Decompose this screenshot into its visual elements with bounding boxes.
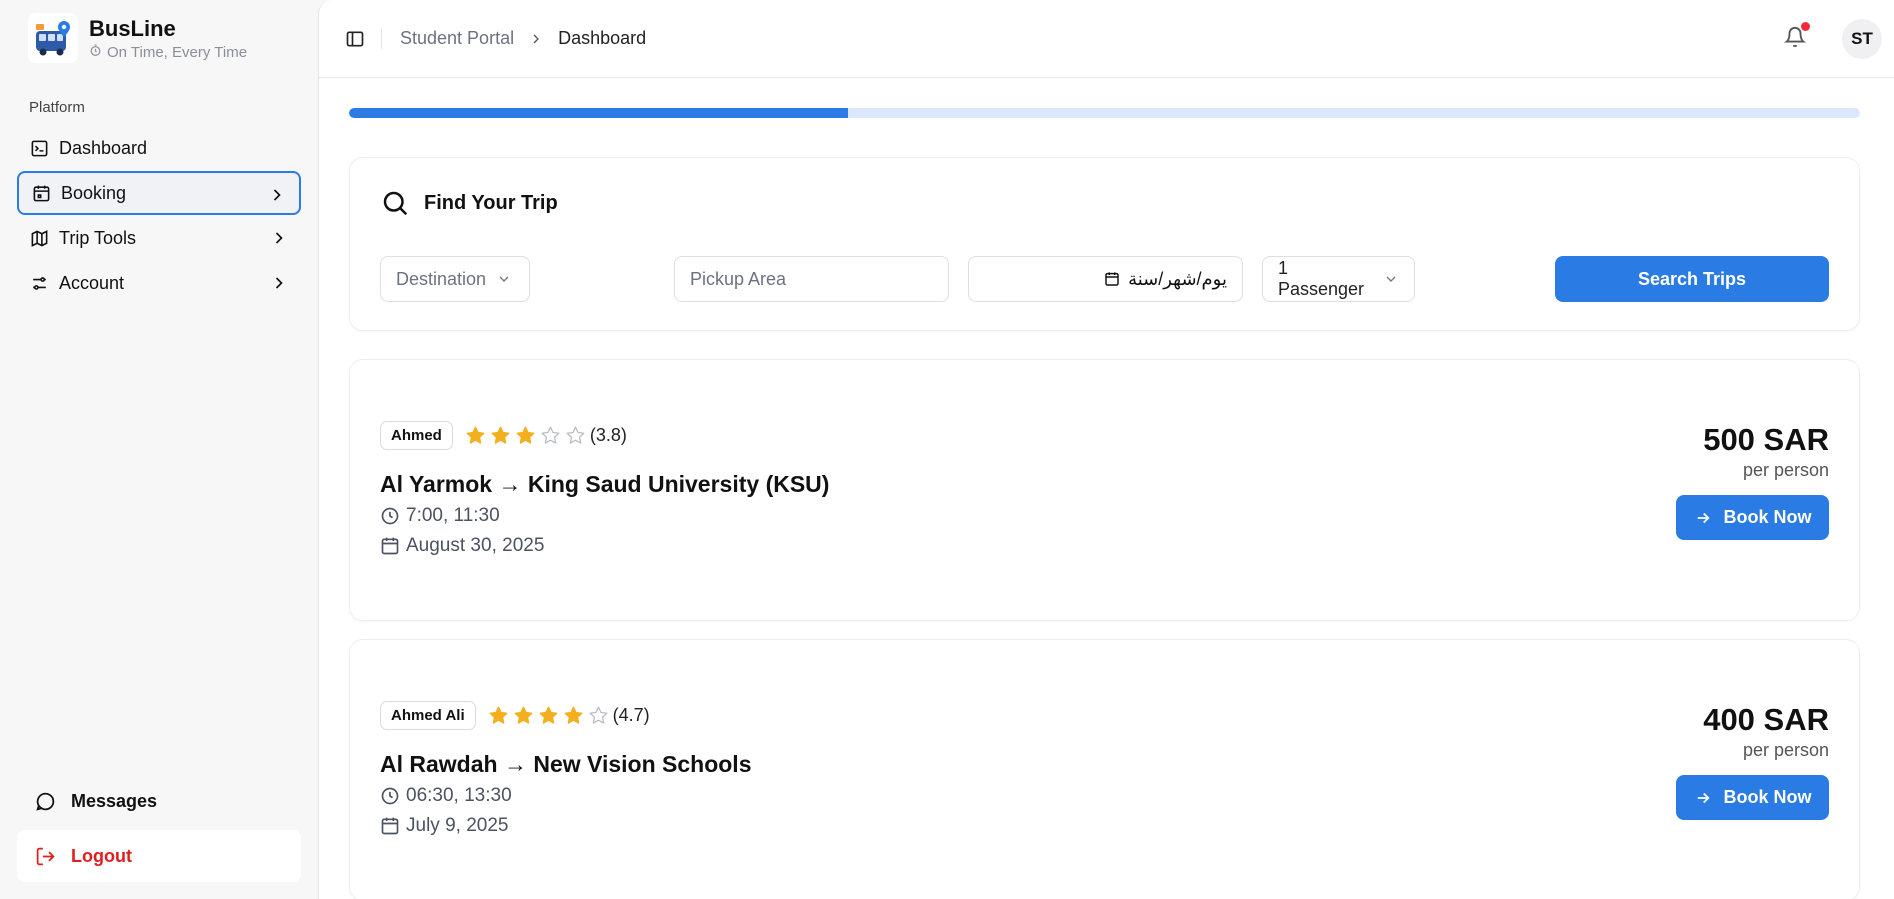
find-trip-title: Find Your Trip <box>380 188 558 218</box>
clock-icon <box>380 506 400 526</box>
chevron-right-icon <box>269 228 289 248</box>
chevron-right-icon <box>528 31 544 47</box>
trip-price: 400 SAR per person <box>1703 702 1829 761</box>
sliders-icon <box>29 273 49 293</box>
notification-bell-icon[interactable] <box>1783 22 1810 50</box>
sidebar-item-label: Account <box>59 272 125 293</box>
book-now-button[interactable]: Book Now <box>1676 775 1829 820</box>
passenger-select[interactable]: 1 Passenger <box>1262 256 1415 302</box>
sidebar-item-trip-tools[interactable]: Trip Tools <box>17 216 301 260</box>
progress-bar <box>349 108 1860 118</box>
star-filled-icon <box>514 706 533 724</box>
trip-date: July 9, 2025 <box>380 815 508 837</box>
trip-card: Ahmed Ali (4.7) Al Rawdah → New Vision S… <box>349 639 1860 899</box>
search-icon <box>380 188 410 218</box>
trip-route: Al Yarmok → King Saud University (KSU) <box>380 471 830 497</box>
pickup-area-input[interactable]: Pickup Area <box>674 256 949 302</box>
sidebar-item-dashboard[interactable]: Dashboard <box>17 126 301 170</box>
notification-dot <box>1801 22 1810 31</box>
star-filled-icon <box>564 706 583 724</box>
chevron-right-icon <box>267 185 287 205</box>
star-empty-icon <box>566 426 585 444</box>
sidebar-toggle-icon[interactable] <box>343 27 367 51</box>
driver-badge: Ahmed <box>380 421 453 450</box>
breadcrumb-parent[interactable]: Student Portal <box>400 28 514 49</box>
bus-logo-icon <box>28 13 78 63</box>
message-circle-icon <box>33 789 57 813</box>
trip-times: 06:30, 13:30 <box>380 785 512 807</box>
sidebar-item-label: Trip Tools <box>59 227 137 248</box>
chevron-down-icon <box>496 271 512 287</box>
star-filled-icon <box>466 426 485 444</box>
sidebar-item-account[interactable]: Account <box>17 261 301 305</box>
star-rating <box>488 705 609 726</box>
destination-select[interactable]: Destination <box>380 256 530 302</box>
sidebar-item-booking[interactable]: Booking <box>17 171 301 215</box>
book-now-button[interactable]: Book Now <box>1676 495 1829 540</box>
star-rating <box>465 425 586 446</box>
date-input[interactable]: يوم/شهر/سنة <box>968 256 1243 302</box>
trip-route: Al Rawdah → New Vision Schools <box>380 751 752 777</box>
rating-value: (4.7) <box>612 705 650 725</box>
rating-value: (3.8) <box>589 425 627 445</box>
star-filled-icon <box>539 706 558 724</box>
star-empty-icon <box>589 706 608 724</box>
sidebar-item-label: Dashboard <box>59 137 148 158</box>
calendar-icon <box>380 816 400 836</box>
driver-badge: Ahmed Ali <box>380 701 476 730</box>
trip-price: 500 SAR per person <box>1703 422 1829 481</box>
sidebar: BusLine On Time, Every Time Platform Das… <box>0 0 318 899</box>
trip-date: August 30, 2025 <box>380 535 544 557</box>
arrow-right-icon <box>1694 789 1712 807</box>
brand-tagline: On Time, Every Time <box>89 44 247 61</box>
trip-card: Ahmed (3.8) Al Yarmok → King Saud Univer… <box>349 359 1860 621</box>
sidebar-bottom-nav: Messages Logout <box>17 775 301 882</box>
star-filled-icon <box>489 706 508 724</box>
terminal-icon <box>29 138 49 158</box>
arrow-right-icon <box>1694 509 1712 527</box>
driver-rating-row: Ahmed Ali (4.7) <box>380 701 650 730</box>
clock-icon <box>380 786 400 806</box>
chevron-down-icon <box>1383 271 1399 287</box>
section-label-platform: Platform <box>29 99 85 116</box>
main-content: Student Portal Dashboard ST Find Your Tr… <box>318 0 1894 899</box>
breadcrumb-current: Dashboard <box>558 28 647 48</box>
calendar-icon <box>1104 271 1120 287</box>
star-empty-icon <box>541 426 560 444</box>
avatar[interactable]: ST <box>1842 19 1882 59</box>
calendar-icon <box>380 536 400 556</box>
chevron-right-icon <box>269 273 289 293</box>
star-filled-icon <box>516 426 535 444</box>
timer-icon <box>89 44 102 61</box>
logout-button[interactable]: Logout <box>17 830 301 882</box>
sidebar-item-label: Booking <box>61 182 127 203</box>
top-header: Student Portal Dashboard ST <box>319 0 1894 78</box>
messages-link[interactable]: Messages <box>17 775 301 827</box>
sidebar-nav: Dashboard Booking Trip Tools Account <box>17 126 301 306</box>
price-amount: 500 SAR <box>1703 422 1829 457</box>
calendar-icon <box>31 183 51 203</box>
brand-name: BusLine <box>89 16 176 41</box>
logout-icon <box>33 844 57 868</box>
price-unit: per person <box>1742 460 1829 480</box>
star-filled-icon <box>491 426 510 444</box>
find-trip-card: Find Your Trip Destination Pickup Area ي… <box>349 157 1860 331</box>
search-trips-button[interactable]: Search Trips <box>1555 256 1829 302</box>
trip-times: 7:00, 11:30 <box>380 505 500 527</box>
progress-bar-fill <box>349 108 848 118</box>
map-icon <box>29 228 49 248</box>
driver-rating-row: Ahmed (3.8) <box>380 421 627 450</box>
brand[interactable]: BusLine On Time, Every Time <box>28 13 247 63</box>
price-amount: 400 SAR <box>1703 702 1829 737</box>
breadcrumb: Student Portal Dashboard <box>400 28 646 49</box>
header-divider <box>381 28 382 49</box>
price-unit: per person <box>1742 740 1829 760</box>
